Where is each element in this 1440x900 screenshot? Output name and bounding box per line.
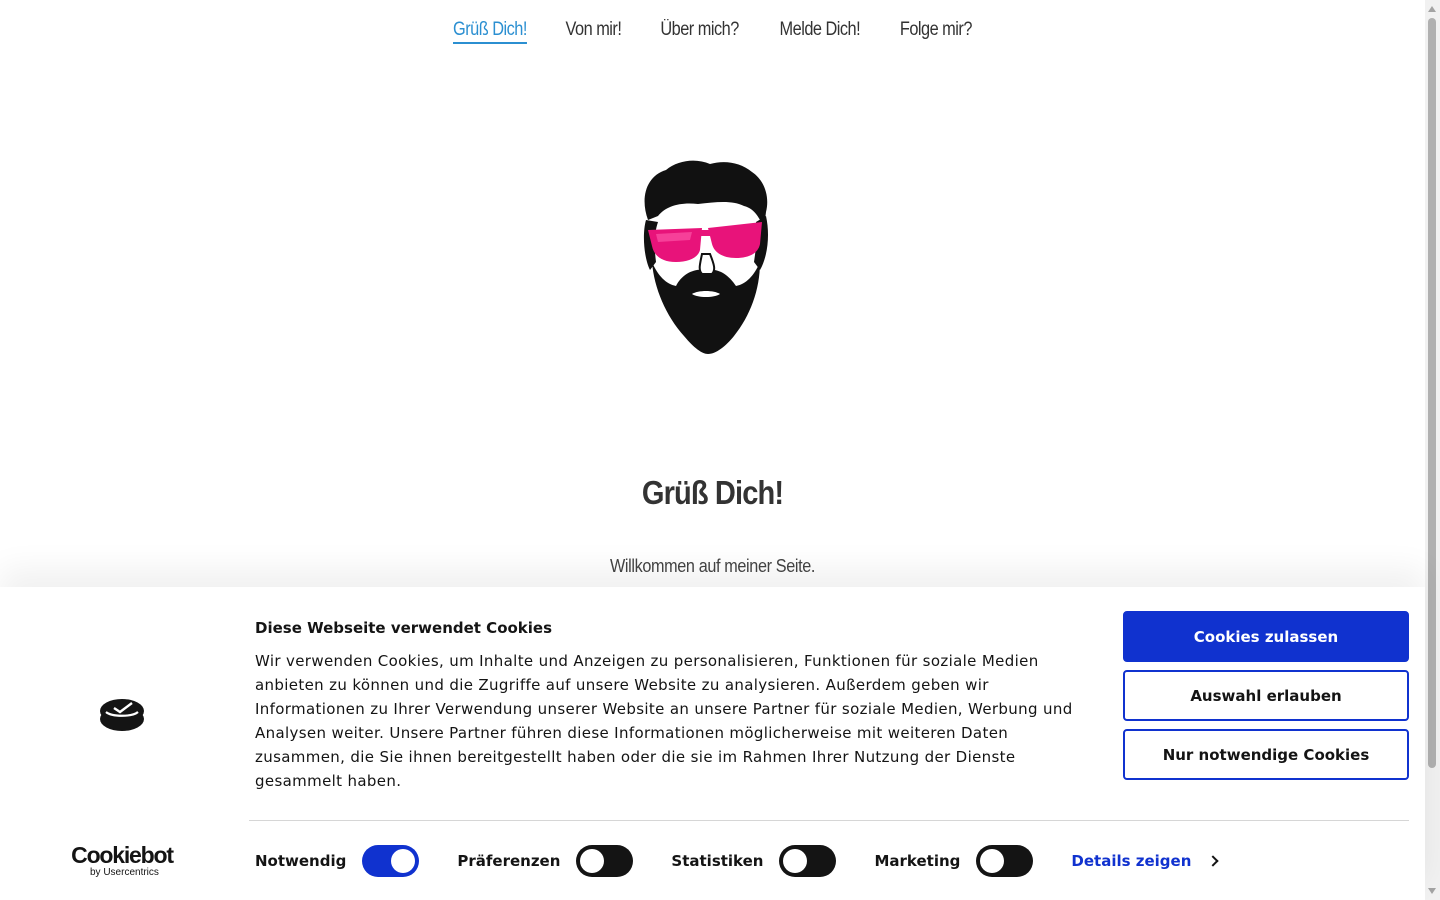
necessary-cookies-only-button[interactable]: Nur notwendige Cookies [1123, 729, 1409, 780]
toggle-label-marketing: Marketing [874, 852, 961, 870]
chevron-right-icon [1207, 855, 1220, 867]
allow-selection-button[interactable]: Auswahl erlauben [1123, 670, 1409, 721]
cookie-consent-banner: Cookiebot by Usercentrics Diese Webseite… [0, 587, 1425, 900]
main-nav: Grüß Dich! Von mir! Über mich? Melde Dic… [0, 0, 1425, 62]
toggle-knob [580, 849, 605, 873]
cookiebot-brand: Cookiebot by Usercentrics [70, 843, 174, 878]
cookiebot-icon [100, 699, 144, 731]
toggle-group-praeferenzen: Präferenzen [457, 845, 634, 877]
scroll-down-arrow-icon[interactable] [1428, 888, 1436, 894]
nav-item-von-mir[interactable]: Von mir! [565, 0, 621, 41]
praeferenzen-toggle[interactable] [576, 845, 634, 877]
show-details-link[interactable]: Details zeigen [1071, 852, 1220, 870]
cookie-banner-title: Diese Webseite verwendet Cookies [255, 619, 553, 637]
nav-item-melde-dich[interactable]: Melde Dich! [779, 0, 860, 41]
page-scrollbar[interactable] [1425, 0, 1440, 900]
toggle-knob [980, 849, 1005, 873]
cookie-banner-text: Wir verwenden Cookies, um Inhalte und An… [255, 652, 1073, 790]
cookiebot-brand-name: Cookiebot [71, 842, 174, 868]
nav-item-ueber-mich[interactable]: Über mich? [660, 0, 739, 41]
nav-item-gruss-dich[interactable]: Grüß Dich! [452, 0, 527, 44]
toggle-knob [783, 849, 808, 873]
nav-item-folge-mir[interactable]: Folge mir? [900, 0, 973, 41]
show-details-label: Details zeigen [1071, 852, 1192, 870]
toggle-label-notwendig: Notwendig [255, 852, 347, 870]
toggle-group-statistiken: Statistiken [671, 845, 837, 877]
scrollbar-thumb[interactable] [1428, 18, 1436, 768]
toggle-group-notwendig: Notwendig [255, 845, 420, 877]
cookie-banner-divider [249, 820, 1409, 821]
allow-all-cookies-button[interactable]: Cookies zulassen [1123, 611, 1409, 662]
toggle-label-praeferenzen: Präferenzen [457, 852, 561, 870]
marketing-toggle[interactable] [976, 845, 1034, 877]
scroll-up-arrow-icon[interactable] [1428, 6, 1436, 12]
hero-subtitle: Willkommen auf meiner Seite. [609, 556, 816, 576]
notwendig-toggle[interactable] [362, 845, 420, 877]
toggle-group-marketing: Marketing [874, 845, 1034, 877]
toggle-label-statistiken: Statistiken [671, 852, 764, 870]
hero-title: Grüß Dich! [641, 474, 784, 512]
cookiebot-brand-by: by Usercentrics [90, 867, 159, 878]
cookie-category-toggles: Notwendig Präferenzen Statistiken Market… [255, 844, 1220, 878]
statistiken-toggle[interactable] [779, 845, 837, 877]
bearded-man-logo-icon [643, 160, 768, 354]
toggle-knob [391, 849, 416, 873]
